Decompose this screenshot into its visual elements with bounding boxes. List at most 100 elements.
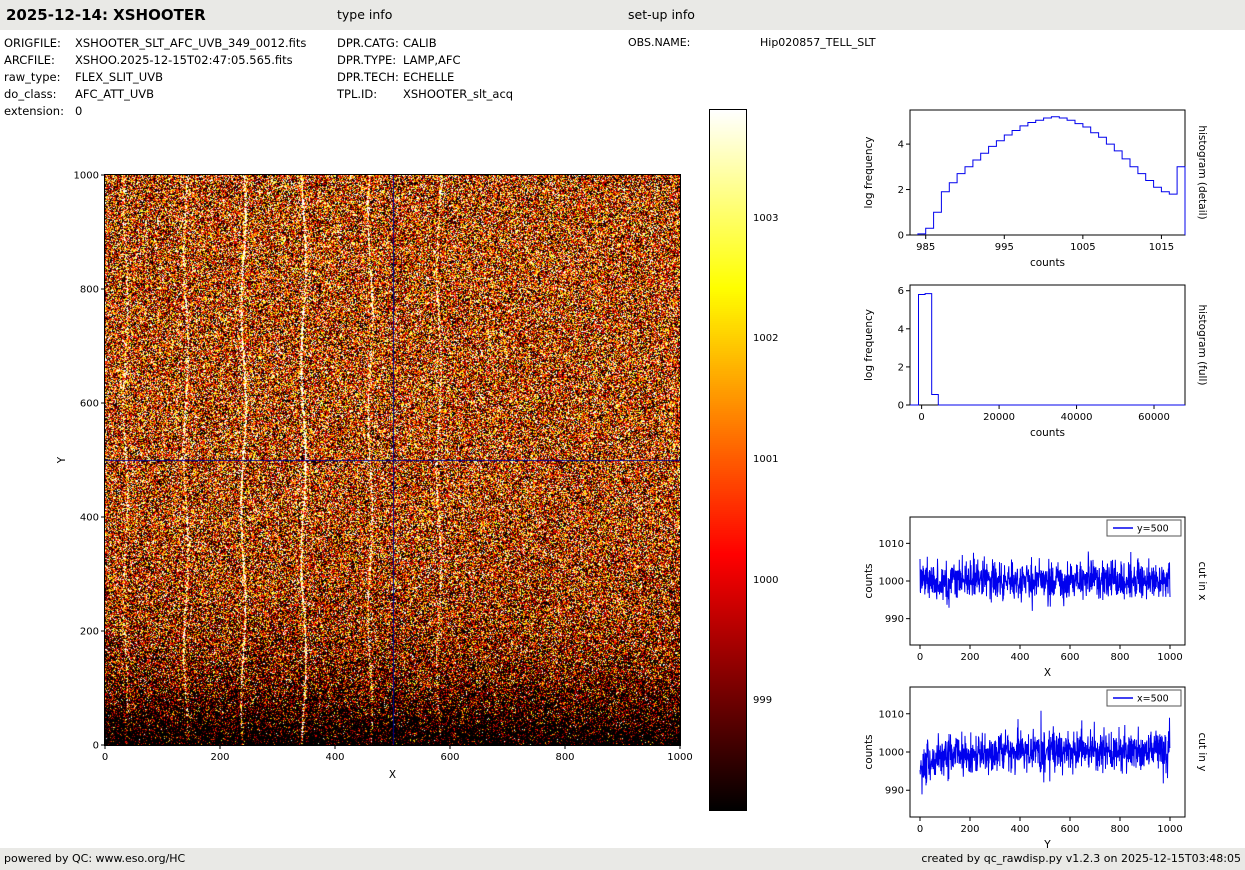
info-row-tplid: TPL.ID:XSHOOTER_slt_acq [337, 87, 513, 101]
right-axis-label: histogram (detail) [1196, 125, 1208, 219]
legend-label: y=500 [1137, 524, 1169, 535]
plot-frame [910, 285, 1185, 405]
hist-full-svg: 02000040000600000246countslog frequencyh… [850, 270, 1230, 445]
x-tick-label: 1000 [667, 752, 692, 763]
y-tick-label: 990 [885, 614, 904, 625]
x-tick-label: 600 [440, 752, 459, 763]
info-value: AFC_ATT_UVB [75, 87, 154, 101]
info-label: extension: [4, 104, 75, 118]
info-value: XSHOOTER_SLT_AFC_UVB_349_0012.fits [75, 36, 306, 50]
info-label: OBS.NAME: [628, 36, 760, 49]
y-tick-label: 0 [93, 741, 99, 752]
y-tick-label: 2 [898, 185, 904, 196]
histogram-full-chart: 02000040000600000246countslog frequencyh… [850, 270, 1230, 445]
x-tick-label: 40000 [1061, 412, 1093, 423]
y-tick-label: 1010 [879, 709, 904, 720]
info-row-dprtype: DPR.TYPE:LAMP,AFC [337, 53, 461, 67]
x-axis-label: X [389, 769, 396, 781]
colorbar-tick-label: 1001 [753, 453, 778, 467]
x-axis-label: counts [1030, 257, 1065, 269]
cut-x-svg: 0200400600800100099010001010Xcountscut i… [850, 502, 1230, 677]
x-tick-label: 985 [916, 242, 935, 253]
y-tick-label: 0 [898, 401, 904, 412]
cut-y-svg: 0200400600800100099010001010Ycountscut i… [850, 672, 1230, 850]
x-tick-label: 800 [1110, 652, 1129, 663]
histogram-detail-chart: 985 995 1005 1015 0 2 4 counts log frequency hist… [850, 95, 1230, 280]
x-tick-label: 0 [917, 652, 923, 663]
info-value: XSHOO.2025-12-15T02:47:05.565.fits [75, 53, 293, 67]
info-value: XSHOOTER_slt_acq [403, 87, 513, 101]
info-row-rawtype: raw_type:FLEX_SLIT_UVB [4, 70, 163, 84]
info-label: DPR.TYPE: [337, 53, 403, 67]
info-value: 0 [75, 104, 82, 118]
y-tick-label: 200 [80, 627, 99, 638]
x-tick-label: 1005 [1070, 242, 1095, 253]
info-value: Hip020857_TELL_SLT [760, 36, 876, 49]
info-value: LAMP,AFC [403, 53, 461, 67]
x-tick-label: 400 [1010, 652, 1029, 663]
colorbar-tick-label: 1003 [753, 212, 778, 226]
x-tick-label: 200 [960, 824, 979, 835]
x-tick-label: 400 [1010, 824, 1029, 835]
x-tick-label: 600 [1060, 824, 1079, 835]
plot-frame [910, 110, 1185, 235]
header-bar: 2025-12-14: XSHOOTER type info set-up in… [0, 0, 1245, 30]
right-axis-label: cut in y [1196, 732, 1208, 771]
x-tick-label: 600 [1060, 652, 1079, 663]
y-tick-label: 2 [898, 362, 904, 373]
info-value: CALIB [403, 36, 437, 50]
x-tick-label: 0 [918, 412, 924, 423]
colorbar-canvas [709, 109, 747, 811]
info-label: DPR.TECH: [337, 70, 403, 84]
y-tick-label: 4 [898, 324, 904, 335]
right-axis-label: histogram (full) [1196, 305, 1208, 386]
y-tick-label: 600 [80, 399, 99, 410]
hist-detail-svg: 985 995 1005 1015 0 2 4 counts log frequency hist… [850, 95, 1230, 280]
info-row-dprtech: DPR.TECH:ECHELLE [337, 70, 454, 84]
cut-in-y-chart: 0200400600800100099010001010Ycountscut i… [850, 672, 1230, 850]
x-axis-label: counts [1030, 427, 1065, 439]
y-tick-label: 6 [898, 286, 904, 297]
y-tick-label: 800 [80, 285, 99, 296]
footer-bar: powered by QC: www.eso.org/HC created by… [0, 848, 1245, 870]
info-row-origfile: ORIGFILE:XSHOOTER_SLT_AFC_UVB_349_0012.f… [4, 36, 306, 50]
legend-label: x=500 [1137, 694, 1169, 705]
info-label: raw_type: [4, 70, 75, 84]
colorbar-tick-label: 1002 [753, 332, 778, 346]
y-axis-label: log frequency [863, 136, 875, 208]
info-value: ECHELLE [403, 70, 454, 84]
y-tick-label: 1000 [879, 577, 904, 588]
x-tick-label: 20000 [983, 412, 1015, 423]
info-label: ARCFILE: [4, 53, 75, 67]
x-tick-label: 800 [1110, 824, 1129, 835]
info-value: FLEX_SLIT_UVB [75, 70, 163, 84]
colorbar: 999 1000 1001 1002 1003 [705, 105, 795, 820]
qc-report-page: 2025-12-14: XSHOOTER type info set-up in… [0, 0, 1245, 870]
x-tick-label: 200 [210, 752, 229, 763]
footer-right: created by qc_rawdisp.py v1.2.3 on 2025-… [921, 848, 1241, 870]
y-tick-label: 1000 [879, 748, 904, 759]
info-label: do_class: [4, 87, 75, 101]
cut-in-x-chart: 0200400600800100099010001010Xcountscut i… [850, 502, 1230, 677]
y-tick-label: 1010 [879, 539, 904, 550]
y-tick-label: 0 [898, 231, 904, 242]
y-axis-label: Y [56, 456, 68, 464]
info-label: TPL.ID: [337, 87, 403, 101]
right-axis-label: cut in x [1196, 561, 1208, 600]
x-tick-label: 995 [995, 242, 1014, 253]
x-tick-label: 0 [102, 752, 108, 763]
footer-left: powered by QC: www.eso.org/HC [4, 848, 185, 870]
x-tick-label: 1015 [1149, 242, 1174, 253]
x-tick-label: 200 [960, 652, 979, 663]
setup-info-heading: set-up info [628, 0, 695, 30]
colorbar-tick-label: 1000 [753, 574, 778, 588]
y-tick-label: 4 [898, 140, 904, 151]
colorbar-tick-label: 999 [753, 694, 772, 708]
page-title: 2025-12-14: XSHOOTER [6, 0, 206, 30]
info-row-doclass: do_class:AFC_ATT_UVB [4, 87, 154, 101]
x-tick-label: 0 [917, 824, 923, 835]
y-tick-label: 1000 [74, 171, 99, 182]
x-tick-label: 800 [555, 752, 574, 763]
info-row-arcfile: ARCFILE:XSHOO.2025-12-15T02:47:05.565.fi… [4, 53, 293, 67]
info-label: DPR.CATG: [337, 36, 403, 50]
